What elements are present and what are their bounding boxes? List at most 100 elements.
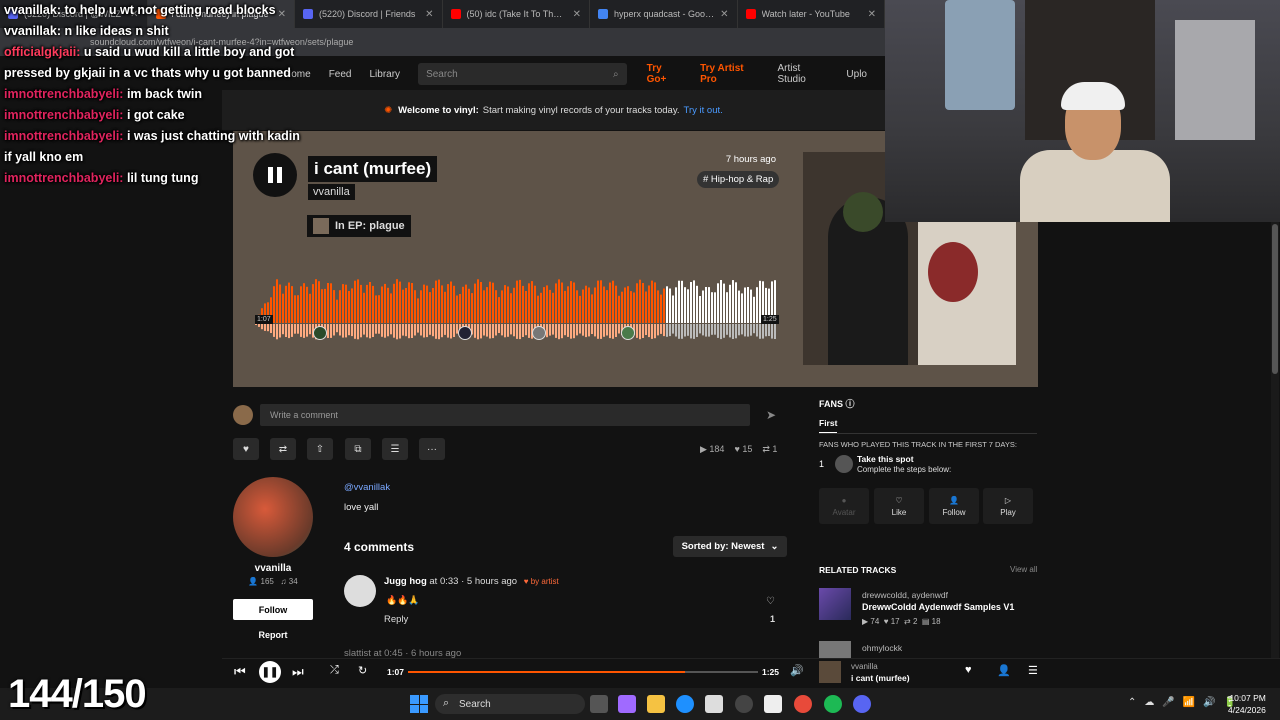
- chrome-icon[interactable]: [794, 695, 812, 713]
- waveform-bar: [285, 285, 287, 323]
- follow-button[interactable]: Follow: [233, 599, 313, 620]
- related-artist[interactable]: drewwcoldd, aydenwdf: [862, 590, 948, 600]
- fan-follow-step[interactable]: 👤 Follow: [929, 488, 979, 524]
- close-tab-icon[interactable]: ✕: [425, 9, 433, 20]
- close-tab-icon[interactable]: ✕: [573, 9, 581, 20]
- system-tray-icons[interactable]: ⌃☁🎤📶🔊🔋: [1128, 697, 1244, 708]
- related-title[interactable]: DrewwColdd Aydenwdf Samples V1: [862, 602, 1014, 612]
- edge-icon[interactable]: [676, 695, 694, 713]
- waveform-reflection-bar: [393, 324, 395, 338]
- taskbar-clock[interactable]: 10:07 PM 4/24/2026: [1228, 692, 1266, 716]
- search-input[interactable]: Search ⌕: [418, 63, 627, 85]
- chat-username: imnottrenchbabyeli:: [4, 108, 124, 122]
- waveform-bar: [705, 287, 707, 323]
- report-button[interactable]: Report: [233, 630, 313, 640]
- discord-icon[interactable]: [853, 695, 871, 713]
- previous-icon[interactable]: ⏮: [234, 664, 246, 680]
- waveform-comment-avatar[interactable]: [621, 326, 635, 340]
- waveform-bar: [708, 287, 710, 323]
- browser-tab[interactable]: Watch later - YouTube ✕: [738, 0, 885, 28]
- waveform-bar: [726, 292, 728, 323]
- comment-timestamp[interactable]: 0:33: [440, 576, 459, 587]
- upload-link[interactable]: Uplo: [846, 69, 867, 80]
- description-handle[interactable]: @vvanillak: [344, 482, 390, 493]
- browser-tab[interactable]: hyperx quadcast - Google S ✕: [590, 0, 738, 28]
- browser-tab[interactable]: (5220) Discord | Friends ✕: [295, 0, 443, 28]
- nav-feed[interactable]: Feed: [329, 69, 352, 80]
- browser-tab[interactable]: (50) idc (Take It To The Worl ✕: [443, 0, 590, 28]
- app-icon[interactable]: [764, 695, 782, 713]
- file-explorer-icon[interactable]: [647, 695, 665, 713]
- repost-icon: ⇄: [278, 443, 288, 455]
- waveform[interactable]: [255, 275, 777, 345]
- like-button[interactable]: ♥: [233, 438, 259, 460]
- waveform-reflection-bar: [336, 324, 338, 333]
- fan-like-step[interactable]: ♡ Like: [874, 488, 924, 524]
- tab-title: (5220) Discord | Friends: [319, 9, 416, 19]
- waveform-reflection-bar: [438, 324, 440, 340]
- repeat-icon[interactable]: ↻: [358, 664, 367, 677]
- track-artist[interactable]: vvanilla: [308, 184, 355, 200]
- taskbar-search[interactable]: Search: [435, 694, 585, 714]
- next-icon[interactable]: ⏭: [292, 664, 304, 680]
- queue-icon[interactable]: ☰: [1028, 664, 1038, 677]
- waveform-bar: [561, 282, 563, 323]
- scrollbar[interactable]: [1271, 222, 1279, 658]
- waveform-reflection-bar: [474, 324, 476, 338]
- sort-dropdown[interactable]: Sorted by: Newest ⌄: [673, 536, 787, 557]
- waveform-bar: [585, 285, 587, 323]
- store-icon[interactable]: [705, 695, 723, 713]
- waveform-bar: [681, 280, 683, 323]
- player-artist[interactable]: vvanilla: [851, 662, 878, 671]
- waveform-comment-avatar[interactable]: [313, 326, 327, 340]
- try-go-link[interactable]: Try Go+: [647, 63, 682, 85]
- ep-badge[interactable]: In EP: plague: [307, 215, 411, 237]
- app-icon[interactable]: [735, 695, 753, 713]
- player-thumbnail[interactable]: [819, 661, 841, 683]
- fan-play-step[interactable]: ▷ Play: [983, 488, 1033, 524]
- close-tab-icon[interactable]: ✕: [720, 9, 728, 20]
- comment-user[interactable]: Jugg hog: [384, 576, 427, 587]
- volume-icon[interactable]: 🔊: [790, 664, 804, 677]
- comment-avatar[interactable]: [344, 575, 376, 607]
- player-title[interactable]: i cant (murfee): [851, 673, 910, 683]
- send-icon[interactable]: ➤: [758, 404, 784, 426]
- waveform-comment-avatar[interactable]: [532, 326, 546, 340]
- comment-like-icon[interactable]: ♡: [766, 596, 775, 607]
- view-all-link[interactable]: View all: [1010, 565, 1037, 574]
- related-thumbnail[interactable]: [819, 588, 851, 620]
- shuffle-icon[interactable]: ⤮: [330, 664, 339, 677]
- add-to-playlist-button[interactable]: ☰: [382, 438, 408, 460]
- waveform-reflection-bar: [546, 324, 548, 338]
- try-artist-pro-link[interactable]: Try Artist Pro: [700, 63, 759, 85]
- task-view-icon[interactable]: [590, 695, 608, 713]
- banner-link[interactable]: Try it out.: [684, 105, 723, 116]
- waveform-reflection-bar: [447, 324, 449, 338]
- tab-first[interactable]: First: [819, 418, 838, 434]
- player-pause-button[interactable]: ❚❚: [259, 661, 281, 683]
- artist-card-name[interactable]: vvanilla: [233, 563, 313, 574]
- like-icon[interactable]: ♥: [965, 664, 972, 676]
- waveform-reflection-bar: [567, 324, 569, 337]
- copy-link-button[interactable]: ⧉: [345, 438, 371, 460]
- repost-button[interactable]: ⇄: [270, 438, 296, 460]
- genre-tag[interactable]: # Hip-hop & Rap: [697, 171, 780, 188]
- reply-link[interactable]: Reply: [384, 614, 408, 625]
- spotify-icon[interactable]: [824, 695, 842, 713]
- more-button[interactable]: ···: [419, 438, 445, 460]
- windows-start-icon[interactable]: [410, 695, 428, 713]
- nav-library[interactable]: Library: [369, 69, 400, 80]
- artist-studio-link[interactable]: Artist Studio: [778, 63, 829, 85]
- waveform-reflection-bar: [615, 324, 617, 337]
- close-tab-icon[interactable]: ✕: [868, 9, 876, 20]
- follow-icon[interactable]: 👤: [997, 664, 1011, 677]
- waveform-reflection-bar: [480, 324, 482, 339]
- comment-input[interactable]: Write a comment: [260, 404, 750, 426]
- share-button[interactable]: ⇧: [307, 438, 333, 460]
- waveform-comment-avatar[interactable]: [458, 326, 472, 340]
- copilot-icon[interactable]: [618, 695, 636, 713]
- info-icon[interactable]: ⓘ: [846, 399, 855, 409]
- related-thumbnail[interactable]: [819, 641, 851, 658]
- artist-avatar[interactable]: [233, 477, 313, 557]
- related-artist[interactable]: ohmylockk: [862, 643, 902, 653]
